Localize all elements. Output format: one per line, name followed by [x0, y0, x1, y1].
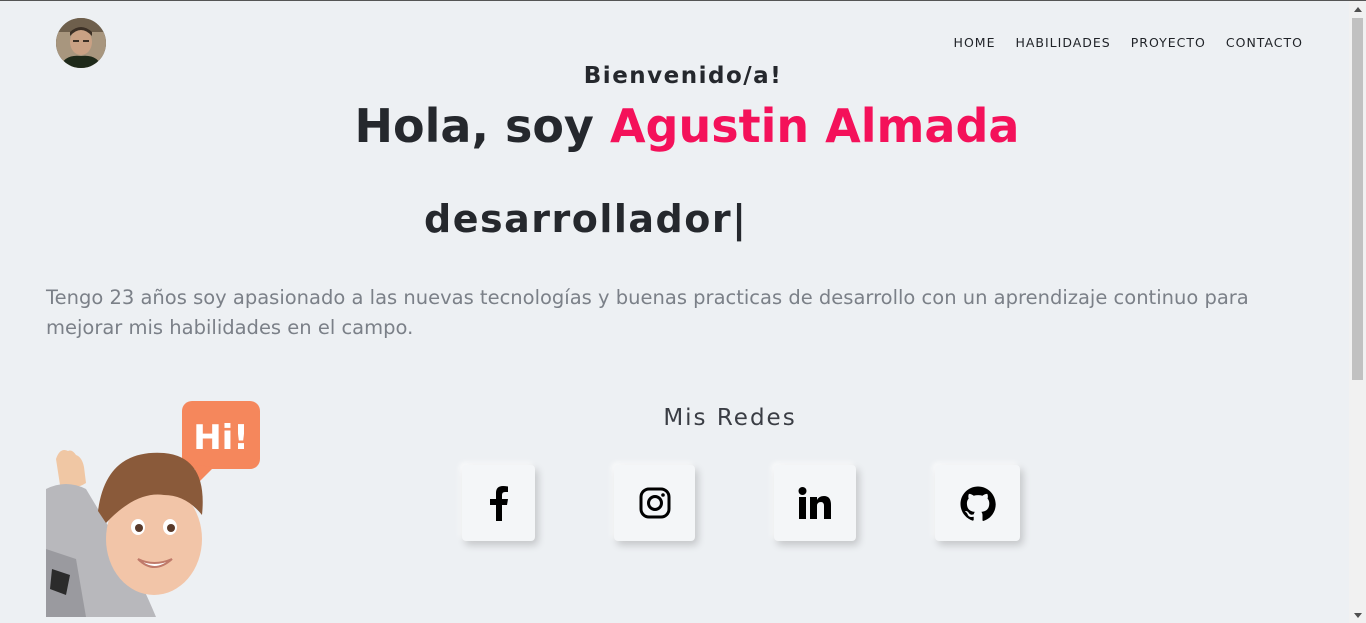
nav-proyecto[interactable]: PROYECTO [1131, 35, 1206, 50]
linkedin-icon [798, 487, 832, 519]
scroll-down-arrow-icon[interactable] [1349, 607, 1366, 623]
memoji-illustration: Hi! [46, 399, 262, 617]
main-nav: HOME HABILIDADES PROYECTO CONTACTO [954, 35, 1303, 50]
speech-bubble-text: Hi! [193, 418, 249, 458]
vertical-scrollbar[interactable] [1349, 1, 1366, 623]
github-icon [960, 486, 996, 521]
facebook-icon [488, 485, 510, 521]
typed-role: desarrollador| [424, 197, 748, 241]
welcome-heading: Bienvenido/a! [583, 63, 783, 89]
github-link[interactable] [935, 465, 1020, 541]
nav-home[interactable]: HOME [954, 35, 996, 50]
page: HOME HABILIDADES PROYECTO CONTACTO Bienv… [0, 0, 1366, 623]
instagram-link[interactable] [614, 465, 695, 541]
hero-name: Agustin Almada [609, 99, 1020, 153]
nav-contacto[interactable]: CONTACTO [1226, 35, 1303, 50]
facebook-link[interactable] [462, 465, 535, 541]
greeting-text: Hola, soy [354, 99, 610, 153]
linkedin-link[interactable] [774, 465, 856, 541]
socials-title: Mis Redes [663, 405, 797, 431]
scroll-up-arrow-icon[interactable] [1349, 1, 1366, 18]
hero-title: Hola, soy Agustin Almada [0, 99, 1366, 153]
about-text: Tengo 23 años soy apasionado a las nueva… [46, 286, 1249, 339]
instagram-icon [639, 487, 671, 519]
profile-avatar[interactable] [56, 18, 106, 68]
scrollbar-thumb[interactable] [1352, 18, 1363, 380]
nav-habilidades[interactable]: HABILIDADES [1015, 35, 1110, 50]
